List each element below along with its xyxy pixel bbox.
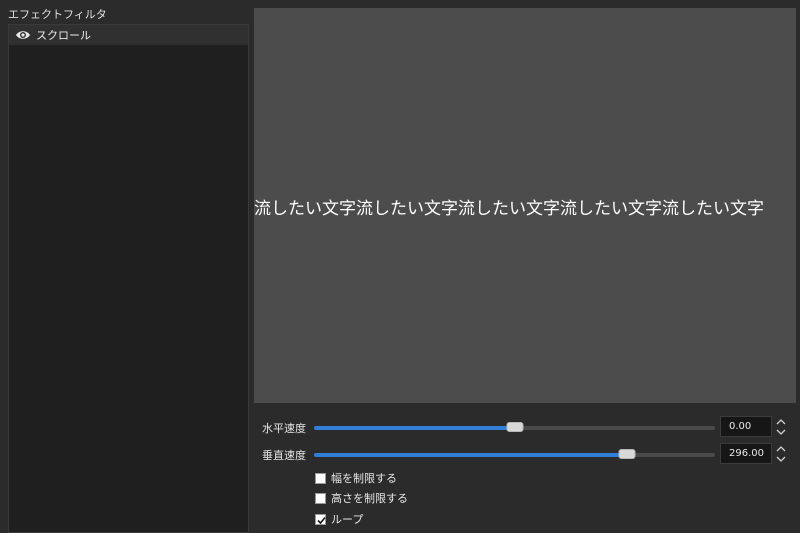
limit-width-option[interactable]: 幅を制限する [315,471,397,485]
eye-icon[interactable] [15,29,31,41]
filters-dialog: エフェクトフィルタ スクロール 流したい文字流したい文字流したい文字流したい文字… [0,0,800,533]
limit-height-option[interactable]: 高さを制限する [315,491,408,505]
limit-height-label: 高さを制限する [331,492,408,505]
horizontal-speed-stepper[interactable] [774,416,788,438]
horizontal-speed-label: 水平速度 [262,422,306,435]
horizontal-speed-input[interactable]: 0.00 [720,416,772,437]
horizontal-speed-slider-fill [314,426,515,430]
chevron-up-icon[interactable] [774,416,788,427]
effect-filters-label: エフェクトフィルタ [8,8,107,21]
vertical-speed-input[interactable]: 296.00 [720,443,772,464]
chevron-down-icon[interactable] [774,427,788,438]
preview-scroll-text: 流したい文字流したい文字流したい文字流したい文字流したい文字 [254,199,764,219]
vertical-speed-slider-handle[interactable] [618,449,636,459]
loop-option[interactable]: ループ [315,512,363,526]
horizontal-speed-slider[interactable] [314,422,715,432]
filter-item-label: スクロール [36,29,91,42]
checkmark-icon [317,516,326,524]
vertical-speed-row: 垂直速度 296.00 [262,443,792,465]
loop-checkbox[interactable] [315,513,326,525]
chevron-up-icon[interactable] [774,443,788,454]
loop-label: ループ [331,513,364,526]
filter-item-scroll[interactable]: スクロール [9,25,248,45]
horizontal-speed-row: 水平速度 0.00 [262,416,792,438]
horizontal-speed-slider-handle[interactable] [506,422,523,432]
vertical-speed-label: 垂直速度 [262,449,306,462]
vertical-speed-stepper[interactable] [774,443,788,465]
limit-height-checkbox[interactable] [315,492,326,504]
filter-list[interactable]: スクロール [8,24,249,533]
chevron-down-icon[interactable] [774,454,788,465]
limit-width-checkbox[interactable] [315,472,326,484]
limit-width-label: 幅を制限する [331,472,397,485]
vertical-speed-slider-fill [314,453,627,457]
vertical-speed-slider[interactable] [314,449,715,459]
preview-area: 流したい文字流したい文字流したい文字流したい文字流したい文字 [254,8,796,403]
